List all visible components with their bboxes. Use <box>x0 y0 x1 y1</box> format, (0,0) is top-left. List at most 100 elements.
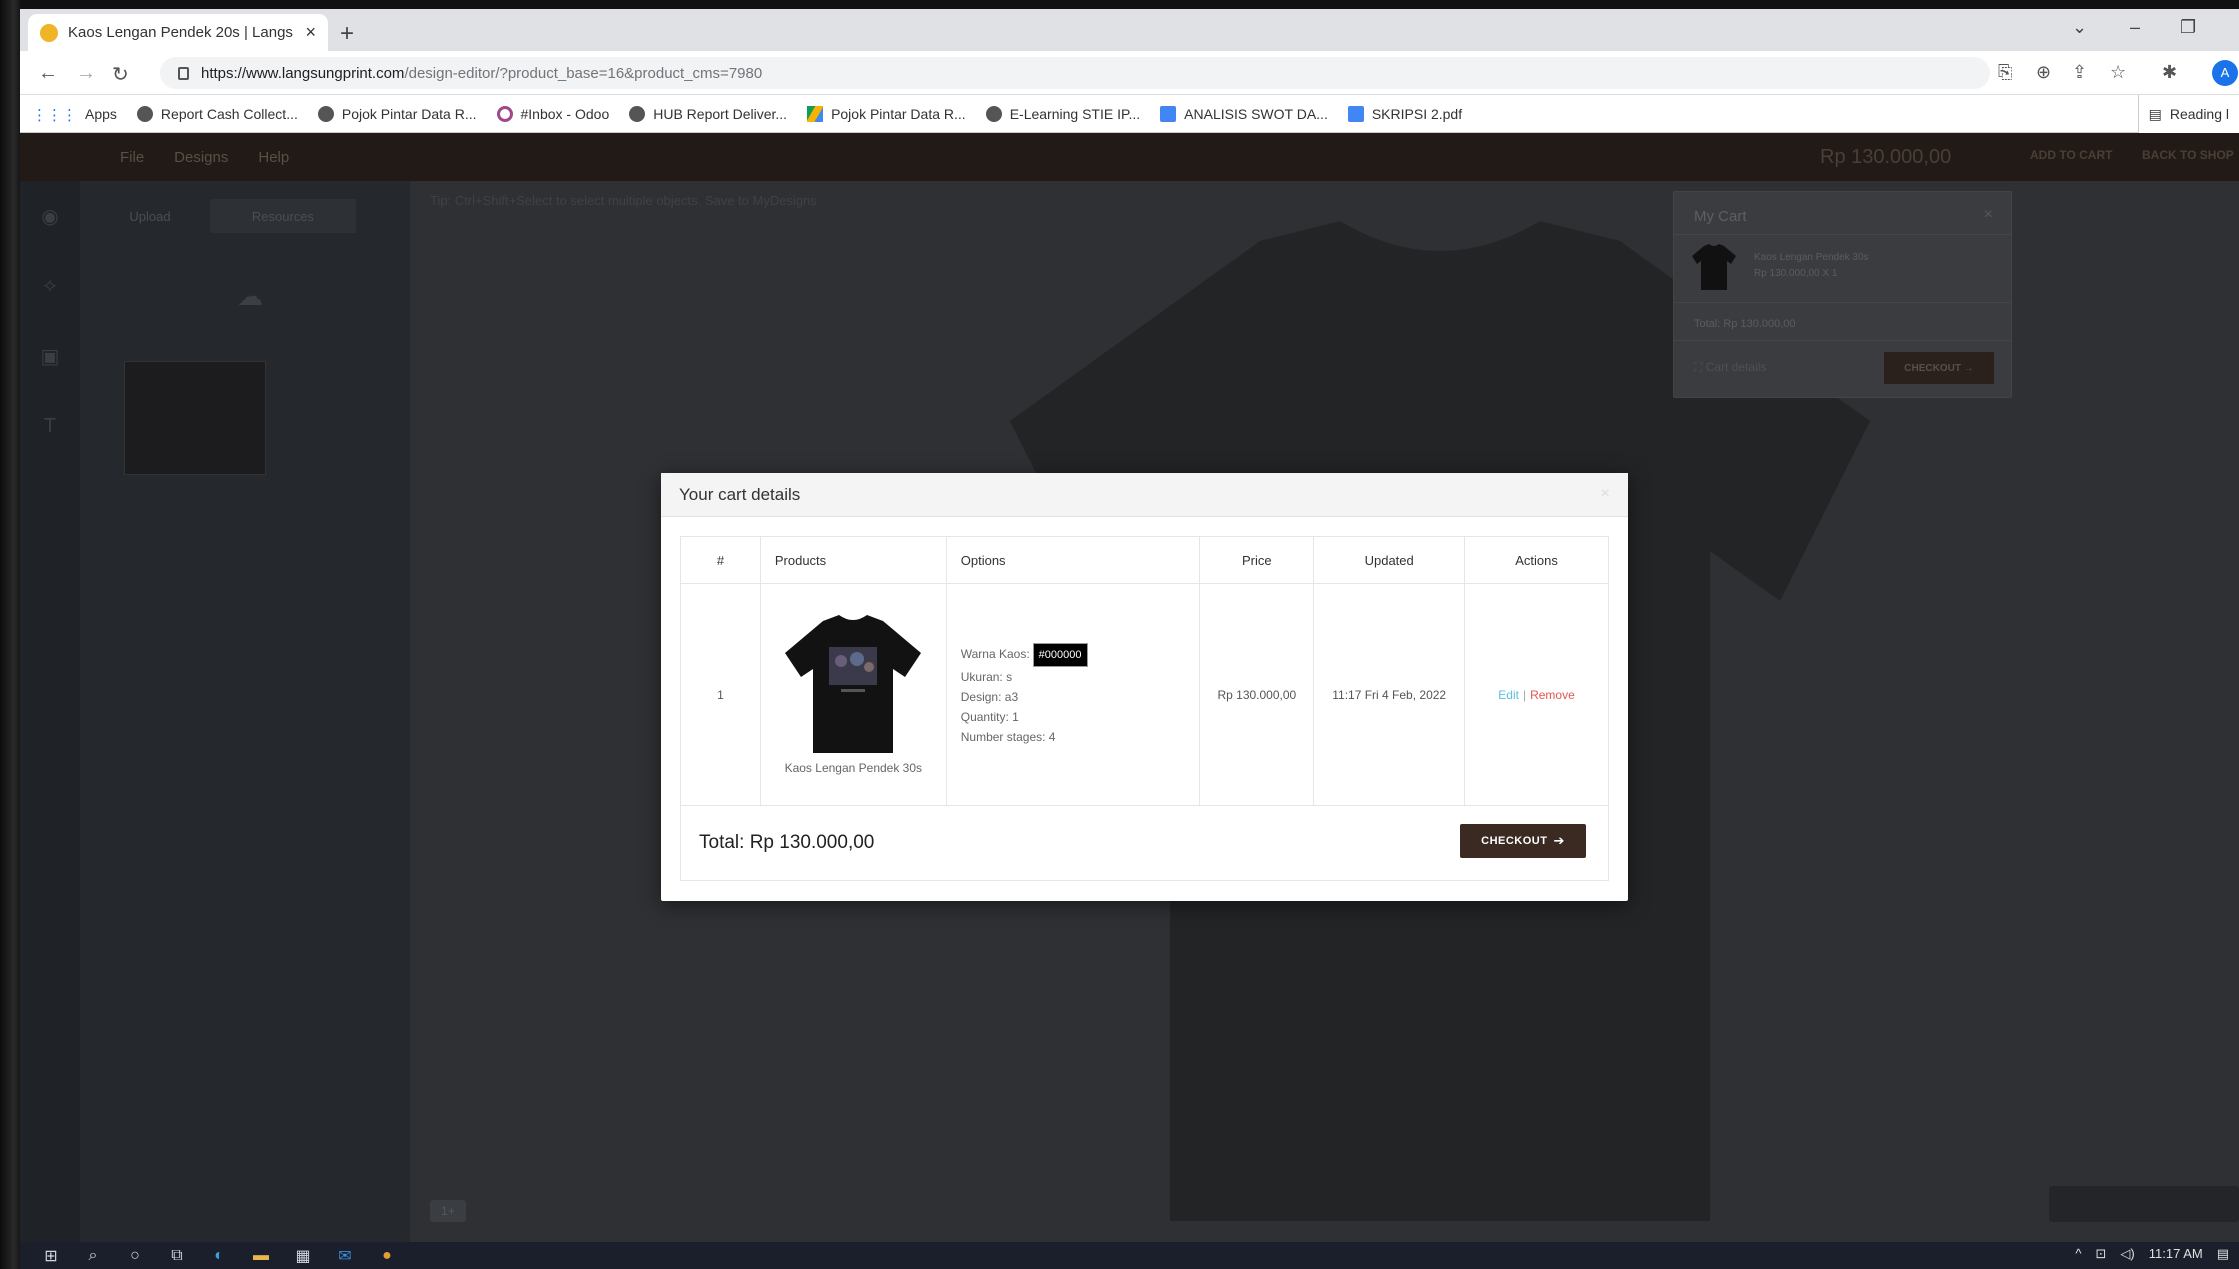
header-cart-price: Rp 130.000,00 <box>1820 146 1952 168</box>
product-name: Kaos Lengan Pendek 30s <box>784 760 923 775</box>
divider <box>1674 234 2011 235</box>
minimize-icon[interactable]: – <box>2130 17 2140 38</box>
windows-start-icon[interactable]: ⊞ <box>40 1247 62 1265</box>
globe-icon <box>136 105 153 122</box>
reload-icon[interactable]: ↻ <box>112 62 129 87</box>
restore-icon[interactable]: ❐ <box>2180 17 2196 38</box>
bookmark-item[interactable]: #Inbox - Odoo <box>496 105 609 122</box>
page-indicator[interactable]: 1+ <box>430 1200 466 1222</box>
cart-table: # Products Options Price Updated Actions… <box>680 536 1609 806</box>
file-explorer-icon[interactable]: ▬ <box>250 1247 272 1265</box>
bookmark-item[interactable]: Pojok Pintar Data R... <box>317 105 477 122</box>
url-bar[interactable]: https://www.langsungprint.com/design-edi… <box>160 57 1990 89</box>
modal-close-icon[interactable]: × <box>1601 485 1610 503</box>
text-tool-icon[interactable]: T <box>20 391 80 461</box>
mini-cart-title: My Cart <box>1694 208 1747 225</box>
back-to-shop-button[interactable]: BACK TO SHOP <box>2142 148 2234 162</box>
bookmark-item[interactable]: ANALISIS SWOT DA... <box>1160 105 1328 122</box>
product-tool-icon[interactable]: ◉ <box>20 181 80 251</box>
zoom-slider[interactable] <box>2049 1186 2239 1222</box>
globe-icon <box>985 105 1002 122</box>
uploaded-image-thumbnail[interactable] <box>124 361 266 475</box>
profile-avatar[interactable]: A <box>2212 60 2238 86</box>
column-header-products: Products <box>759 536 947 584</box>
mini-cart-item: Kaos Lengan Pendek 30s Rp 130.000,00 X 1 <box>1754 250 1869 282</box>
mail-icon[interactable]: ✉ <box>334 1247 356 1265</box>
add-to-cart-button[interactable]: ADD TO CART <box>2030 148 2112 162</box>
design-tool-icon[interactable]: ✧ <box>20 251 80 321</box>
mini-cart-checkout-button[interactable]: CHECKOUT → <box>1884 352 1994 384</box>
browser-tab[interactable]: Kaos Lengan Pendek 20s | Langs × <box>28 14 328 51</box>
row-number: 1 <box>680 583 761 806</box>
translate-icon[interactable]: ⎘ <box>1998 62 2012 83</box>
document-icon <box>1160 105 1177 122</box>
forward-icon[interactable]: → <box>76 62 96 85</box>
tray-chevron-icon[interactable]: ^ <box>2075 1246 2081 1262</box>
option-design: Design: a3 <box>960 689 1019 704</box>
column-header-number: # <box>680 536 761 584</box>
checkout-button[interactable]: CHECKOUT ➔ <box>1460 824 1586 858</box>
volume-icon[interactable]: ◁) <box>2120 1246 2134 1262</box>
upload-cloud-icon[interactable]: ☁ <box>190 281 310 312</box>
network-icon[interactable]: ⊡ <box>2096 1246 2107 1262</box>
search-icon[interactable]: ⌕ <box>82 1247 104 1265</box>
google-drive-icon <box>807 105 824 122</box>
options-cell: Warna Kaos: #000000 Ukuran: s Design: a3 … <box>945 583 1201 806</box>
mini-cart-close-icon[interactable]: × <box>1984 206 1993 224</box>
edit-link[interactable]: Edit <box>1498 688 1519 702</box>
share-icon[interactable]: ⇪ <box>2072 62 2087 83</box>
remove-link[interactable]: Remove <box>1530 688 1575 702</box>
bookmark-item[interactable]: Pojok Pintar Data R... <box>807 105 966 122</box>
resource-panel: Upload Resources ☁ <box>80 181 410 1242</box>
extensions-icon[interactable]: ✱ <box>2162 62 2177 83</box>
bookmark-star-icon[interactable]: ☆ <box>2110 62 2126 83</box>
option-size: Ukuran: s <box>960 669 1013 684</box>
tab-search-icon[interactable]: ⌄ <box>2072 17 2087 38</box>
option-color: Warna Kaos: #000000 <box>961 642 1200 667</box>
bookmark-item[interactable]: HUB Report Deliver... <box>629 105 787 122</box>
menu-designs[interactable]: Designs <box>174 149 228 166</box>
tab-resources[interactable]: Resources <box>210 199 356 233</box>
back-icon[interactable]: ← <box>38 62 58 85</box>
url-host: https://www.langsungprint.com <box>201 64 405 82</box>
menu-help[interactable]: Help <box>258 149 289 166</box>
table-header-row: # Products Options Price Updated Actions <box>680 536 1609 584</box>
store-icon[interactable]: ▦ <box>292 1247 314 1265</box>
mini-cart-item-name[interactable]: Kaos Lengan Pendek 30s <box>1754 250 1869 266</box>
editor-top-bar: File Designs Help Rp 130.000,00 ADD TO C… <box>20 133 2239 181</box>
product-cell: Kaos Lengan Pendek 30s <box>759 583 947 806</box>
photo-frame-left <box>0 0 20 1269</box>
color-swatch: #000000 <box>1032 642 1088 667</box>
photo-frame-top <box>0 0 2239 9</box>
divider <box>1674 340 2011 341</box>
tab-upload[interactable]: Upload <box>100 199 200 233</box>
column-header-price: Price <box>1199 536 1315 584</box>
task-view-icon[interactable]: ⧉ <box>166 1247 188 1265</box>
cart-details-link[interactable]: ⛶ Cart details <box>1694 360 1766 375</box>
column-header-options: Options <box>945 536 1201 584</box>
edge-icon[interactable]: ◐ <box>208 1247 230 1265</box>
bookmark-item[interactable]: Report Cash Collect... <box>136 105 298 122</box>
reading-list[interactable]: ▤ Reading l <box>2137 95 2239 133</box>
system-tray: ^ ⊡ ◁) 11:17 AM ▤ <box>2075 1246 2229 1262</box>
mini-cart-item-price: Rp 130.000,00 X 1 <box>1754 268 1838 279</box>
tab-title: Kaos Lengan Pendek 20s | Langs <box>68 24 293 41</box>
bookmark-item[interactable]: E-Learning STIE IP... <box>985 105 1140 122</box>
windows-taskbar: ⊞ ⌕ ○ ⧉ ◐ ▬ ▦ ✉ ● ^ ⊡ ◁) 11:17 AM ▤ <box>20 1242 2239 1269</box>
site-favicon-icon <box>40 23 58 42</box>
new-tab-icon[interactable]: + <box>340 20 354 48</box>
clock[interactable]: 11:17 AM <box>2149 1246 2203 1262</box>
updated-cell: 11:17 Fri 4 Feb, 2022 <box>1313 583 1466 806</box>
option-stages: Number stages: 4 <box>960 729 1056 744</box>
notification-icon[interactable]: ▤ <box>2217 1246 2229 1262</box>
product-image[interactable] <box>785 614 922 753</box>
bookmark-apps[interactable]: ⋮⋮⋮ Apps <box>32 106 117 124</box>
tab-close-icon[interactable]: × <box>305 22 316 43</box>
zoom-icon[interactable]: ⊕ <box>2036 62 2051 83</box>
table-row: 1 Kaos Lengan Pendek 30s Warna Kaos: #00… <box>680 583 1609 806</box>
image-tool-icon[interactable]: ▣ <box>20 321 80 391</box>
chrome-icon[interactable]: ● <box>376 1247 398 1265</box>
menu-file[interactable]: File <box>120 149 144 166</box>
bookmark-item[interactable]: SKRIPSI 2.pdf <box>1347 105 1462 122</box>
cortana-icon[interactable]: ○ <box>124 1247 146 1265</box>
